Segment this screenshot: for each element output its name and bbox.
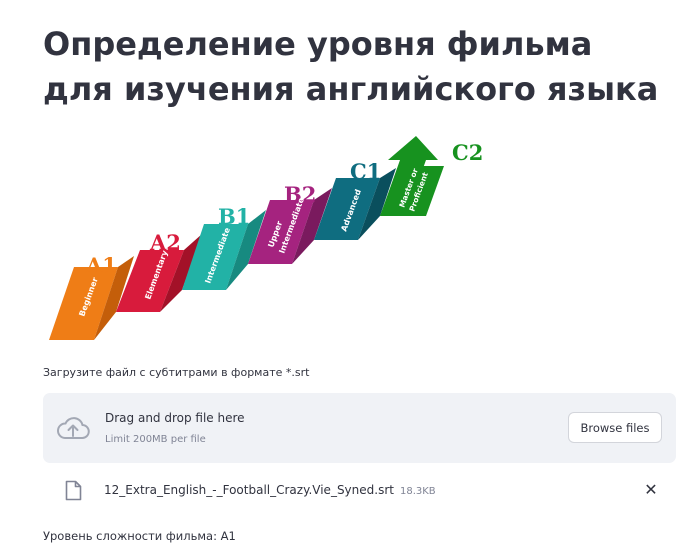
file-icon: [65, 480, 82, 501]
step-c2-code: C2: [452, 140, 483, 165]
uploaded-file-size: 18.3KB: [399, 486, 436, 497]
page-title: Определение уровня фильма для изучения а…: [43, 25, 659, 108]
dropzone-title: Drag and drop file here: [105, 411, 245, 425]
step-b1-code: B1: [218, 204, 250, 229]
uploader-label: Загрузите файл с субтитрами в формате *.…: [43, 366, 310, 379]
cefr-levels-staircase-image: A1 Beginner A2 Elementary B1 Intermediat…: [49, 136, 483, 340]
step-a1-code: A1: [85, 253, 117, 278]
file-dropzone[interactable]: Drag and drop file here Limit 200MB per …: [43, 393, 676, 463]
uploaded-file-name: 12_Extra_English_-_Football_Crazy.Vie_Sy…: [104, 483, 394, 497]
uploaded-file-info: 12_Extra_English_-_Football_Crazy.Vie_Sy…: [104, 483, 436, 497]
cloud-upload-icon: [57, 417, 90, 440]
dropzone-limit: Limit 200MB per file: [105, 434, 206, 445]
remove-file-close-icon[interactable]: ✕: [641, 480, 661, 500]
browse-files-button[interactable]: Browse files: [568, 412, 662, 443]
step-c1-code: C1: [350, 159, 381, 184]
uploaded-file-row: 12_Extra_English_-_Football_Crazy.Vie_Sy…: [43, 477, 676, 505]
film-level-result: Уровень сложности фильма: A1: [43, 529, 236, 543]
